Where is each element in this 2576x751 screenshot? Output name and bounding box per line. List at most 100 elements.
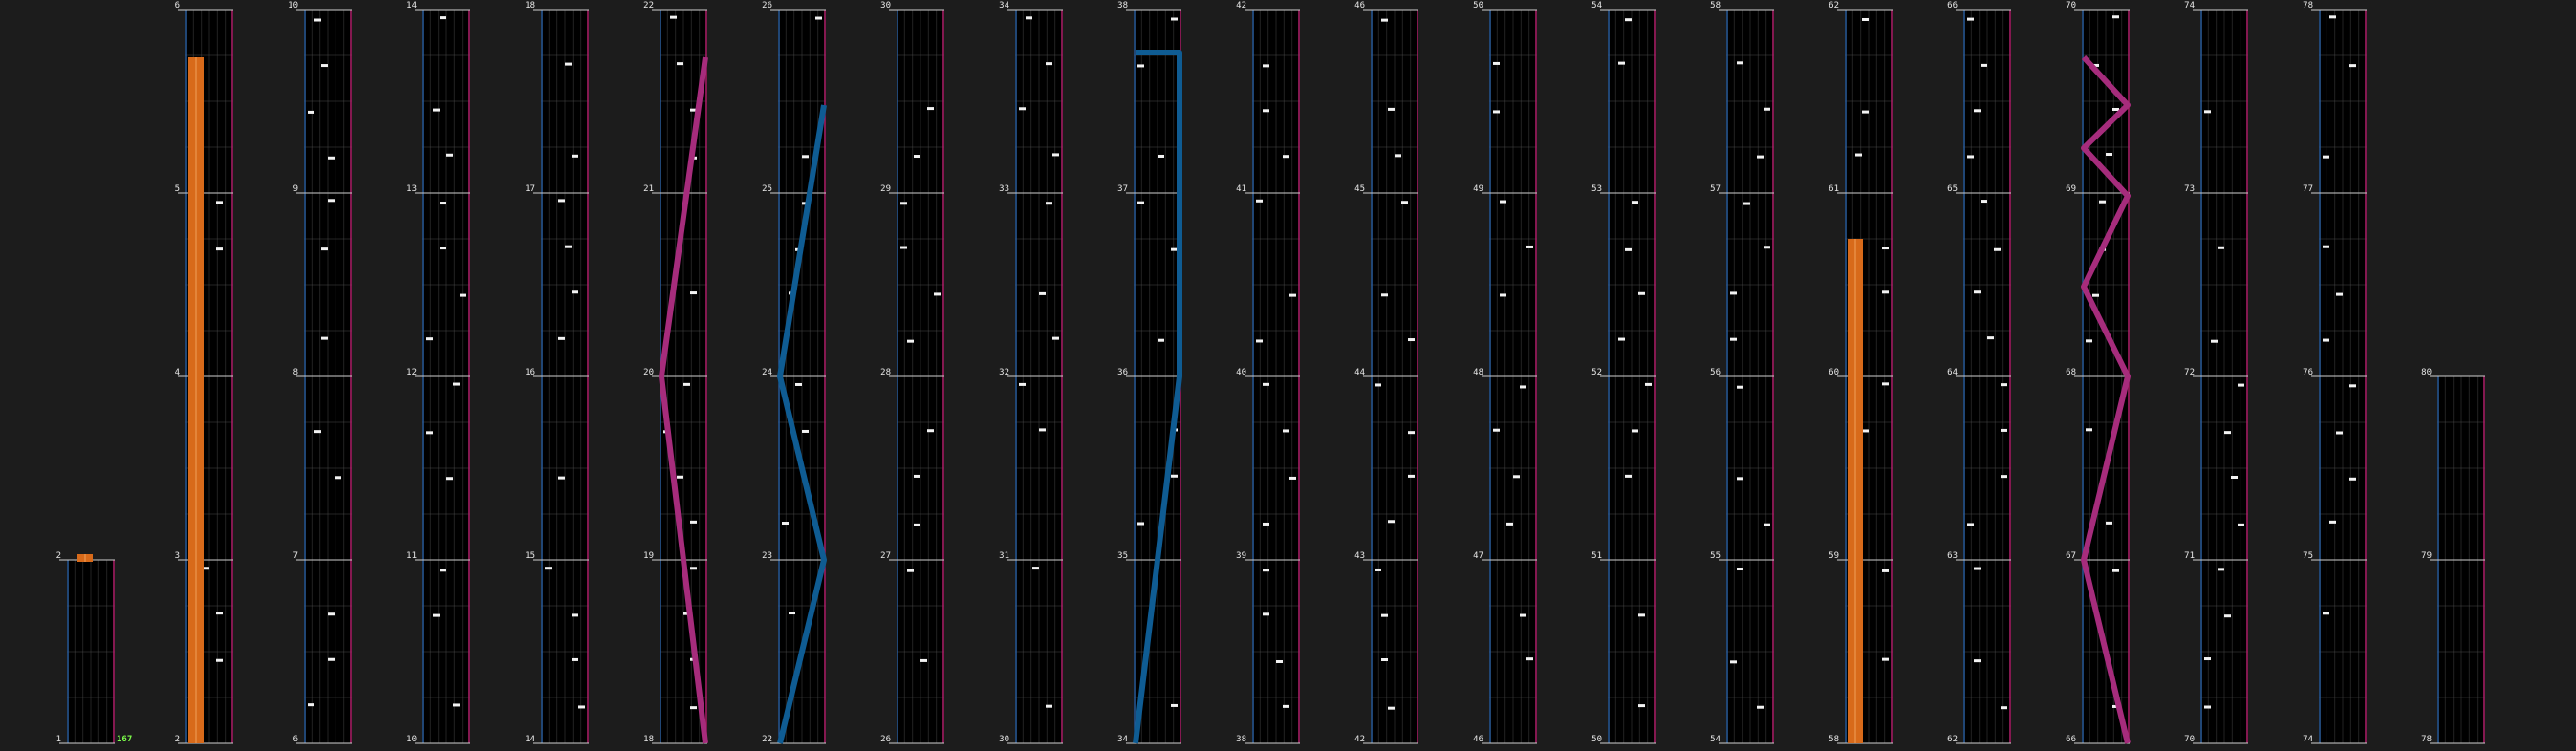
note	[1981, 63, 1987, 67]
note	[1526, 245, 1533, 248]
note	[440, 569, 446, 572]
measure-number: 10	[406, 735, 417, 744]
note	[1032, 567, 1039, 570]
note	[460, 293, 466, 297]
measure-number: 70	[2184, 735, 2195, 744]
note	[2001, 475, 2007, 479]
note	[1632, 429, 1638, 433]
measure-number: 37	[1117, 184, 1128, 194]
note	[558, 336, 565, 340]
measure-number: 80	[2421, 368, 2432, 377]
note	[545, 567, 552, 570]
note	[578, 705, 585, 709]
note	[1256, 199, 1263, 203]
measure-number: 33	[999, 184, 1009, 194]
measure-number: 58	[1829, 735, 1839, 744]
measure-number: 6	[175, 1, 180, 11]
note	[1638, 613, 1645, 617]
measure-number: 69	[2066, 184, 2076, 194]
measure-number: 68	[2066, 368, 2076, 377]
note	[1171, 703, 1178, 707]
note	[1171, 17, 1178, 21]
measure-number: 13	[406, 184, 417, 194]
note	[1737, 568, 1743, 571]
note	[2336, 292, 2343, 296]
note	[328, 612, 335, 616]
note	[216, 658, 223, 662]
note	[914, 523, 920, 526]
measure-number: 14	[406, 1, 417, 11]
note	[2323, 612, 2329, 615]
note	[1019, 382, 1026, 386]
note	[2112, 569, 2119, 572]
note	[1520, 385, 1526, 389]
measure-number: 22	[643, 1, 654, 11]
measure-number: 57	[1710, 184, 1721, 194]
note	[1263, 612, 1269, 616]
measure-number: 55	[1710, 551, 1721, 561]
measure-number: 18	[643, 735, 654, 744]
note	[433, 613, 440, 617]
note	[1381, 613, 1388, 617]
note	[795, 382, 802, 386]
note	[2323, 155, 2329, 159]
measure-number: 73	[2184, 184, 2195, 194]
measure-number: 42	[1236, 1, 1246, 11]
note	[1408, 474, 1415, 478]
measure-number: 58	[1710, 1, 1721, 11]
note	[1171, 247, 1178, 251]
note	[1263, 382, 1269, 386]
note	[1283, 429, 1289, 433]
note	[1513, 475, 1520, 479]
note	[802, 429, 809, 433]
note	[328, 199, 335, 203]
measure-number: 47	[1473, 551, 1483, 561]
note	[2323, 245, 2329, 248]
measure-number: 78	[2421, 735, 2432, 744]
note	[1381, 18, 1388, 22]
measure-number: 72	[2184, 368, 2195, 377]
measure-number: 35	[1117, 551, 1128, 561]
note	[1757, 705, 1764, 709]
note	[1882, 290, 1889, 294]
note	[1632, 201, 1638, 204]
note	[1981, 200, 1987, 204]
note	[1263, 569, 1269, 572]
note	[1493, 110, 1500, 114]
note	[1967, 155, 1974, 159]
note	[2204, 110, 2211, 114]
measure-number: 25	[762, 184, 772, 194]
note	[677, 62, 683, 66]
measure-number: 22	[762, 735, 772, 744]
note	[2211, 339, 2218, 343]
measure-number: 63	[1947, 551, 1958, 561]
note	[1158, 154, 1164, 158]
note	[1625, 247, 1632, 251]
note	[335, 476, 341, 480]
note	[572, 657, 578, 661]
note	[1862, 17, 1869, 21]
measure-number: 26	[762, 1, 772, 11]
measure-number: 21	[643, 184, 654, 194]
note	[2204, 657, 2211, 661]
note	[1283, 155, 1289, 159]
measure-number: 38	[1117, 1, 1128, 11]
note	[1388, 520, 1395, 524]
measure-number: 52	[1591, 368, 1602, 377]
note	[446, 477, 453, 481]
measure-number: 39	[1236, 551, 1246, 561]
note	[1500, 293, 1506, 297]
note	[426, 431, 433, 435]
measure-number: 46	[1473, 735, 1483, 744]
note	[1730, 660, 1737, 664]
measure-number: 51	[1591, 551, 1602, 561]
note	[2001, 706, 2007, 710]
note	[1743, 202, 1750, 205]
note	[1019, 107, 1026, 111]
measure-number: 41	[1236, 184, 1246, 194]
note	[1289, 476, 1296, 480]
note	[2218, 246, 2224, 249]
measure-number: 66	[2066, 735, 2076, 744]
note	[1408, 431, 1415, 435]
note	[216, 201, 223, 204]
